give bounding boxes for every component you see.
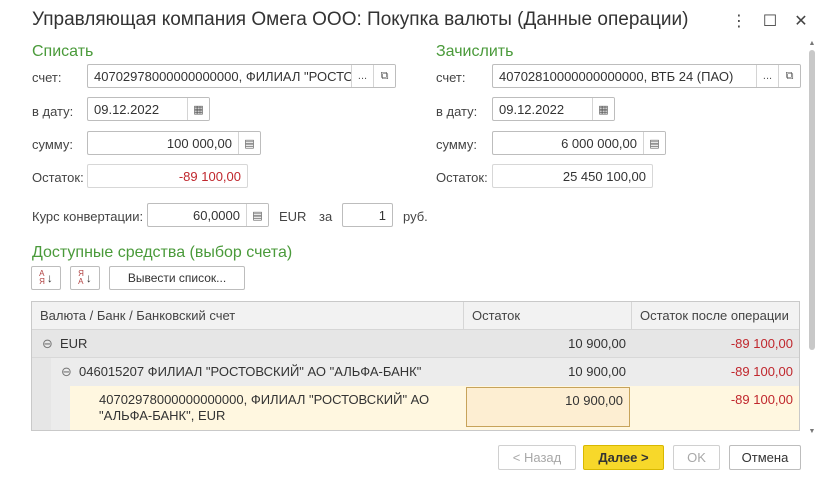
conversion-calculator-icon[interactable]: ▤ <box>246 204 268 226</box>
collapse-icon[interactable]: ⊖ <box>61 358 72 386</box>
credit-balance-label: Остаток: <box>436 170 488 185</box>
collapse-icon[interactable]: ⊖ <box>42 330 53 357</box>
next-button[interactable]: Далее > <box>583 445 664 470</box>
debit-date-field[interactable]: 09.12.2022 ▦ <box>87 97 210 121</box>
more-actions-icon[interactable]: ⋮ <box>726 8 752 34</box>
row-name: 046015207 ФИЛИАЛ "РОСТОВСКИЙ" АО "АЛЬФА-… <box>79 364 422 379</box>
debit-account-select-button[interactable]: ... <box>351 65 373 87</box>
debit-account-open-icon[interactable]: ⧉ <box>373 65 395 87</box>
available-section-label: Доступные средства (выбор счета) <box>32 244 293 261</box>
sort-descending-icon: Я А ↓ <box>78 269 92 286</box>
conversion-currency: EUR <box>279 209 307 224</box>
column-header-account[interactable]: Валюта / Банк / Банковский счет <box>32 302 464 330</box>
column-header-balance[interactable]: Остаток <box>464 302 632 330</box>
credit-date-label: в дату: <box>436 104 478 119</box>
window-title: Управляющая компания Омега ООО: Покупка … <box>32 9 689 30</box>
debit-date-value: 09.12.2022 <box>94 101 160 117</box>
debit-account-value: 40702978000000000000, ФИЛИАЛ "РОСТОВ <box>94 68 351 84</box>
credit-date-field[interactable]: 09.12.2022 ▦ <box>492 97 615 121</box>
sort-ascending-button[interactable]: А Я ↓ <box>31 266 61 290</box>
scroll-up-icon[interactable]: ▲ <box>808 40 816 47</box>
column-header-balance-after[interactable]: Остаток после операции <box>632 302 799 330</box>
debit-amount-value: 100 000,00 <box>166 135 232 151</box>
close-icon[interactable]: ✕ <box>788 8 814 34</box>
row-indent <box>32 386 51 430</box>
debit-date-label: в дату: <box>32 104 74 119</box>
credit-account-open-icon[interactable]: ⧉ <box>778 65 800 87</box>
debit-amount-field[interactable]: 100 000,00 ▤ <box>87 131 261 155</box>
credit-account-select-button[interactable]: ... <box>756 65 778 87</box>
table-row[interactable]: 40702978000000000000, ФИЛИАЛ "РОСТОВСКИЙ… <box>32 386 799 430</box>
debit-balance-field: -89 100,00 <box>87 164 248 188</box>
row-balance-selected-cell[interactable]: 10 900,00 <box>466 387 630 427</box>
credit-account-label: счет: <box>436 70 466 85</box>
row-indent <box>32 358 51 386</box>
debit-calendar-icon[interactable]: ▦ <box>187 98 209 120</box>
credit-section-label: Зачислить <box>436 43 514 60</box>
credit-amount-value: 6 000 000,00 <box>561 135 637 151</box>
credit-amount-field[interactable]: 6 000 000,00 ▤ <box>492 131 666 155</box>
conversion-units-value: 1 <box>378 207 386 223</box>
back-button[interactable]: < Назад <box>498 445 576 470</box>
credit-calendar-icon[interactable]: ▦ <box>592 98 614 120</box>
row-indent <box>51 386 70 430</box>
table-row[interactable]: ⊖ EUR 10 900,00 -89 100,00 <box>32 330 799 358</box>
credit-account-value: 40702810000000000000, ВТБ 24 (ПАО) <box>499 68 734 84</box>
window-scrollbar[interactable]: ▲ ▼ <box>808 40 816 435</box>
row-balance-after: -89 100,00 <box>730 336 793 351</box>
credit-calculator-icon[interactable]: ▤ <box>643 132 665 154</box>
credit-balance-value: 25 450 100,00 <box>562 168 646 184</box>
conversion-units-field[interactable]: 1 <box>342 203 393 227</box>
scroll-down-icon[interactable]: ▼ <box>808 428 816 435</box>
funds-table-header: Валюта / Банк / Банковский счет Остаток … <box>32 302 799 330</box>
debit-calculator-icon[interactable]: ▤ <box>238 132 260 154</box>
row-balance-after: -89 100,00 <box>730 392 793 407</box>
row-name: EUR <box>60 336 88 351</box>
debit-account-field[interactable]: 40702978000000000000, ФИЛИАЛ "РОСТОВ ...… <box>87 64 396 88</box>
sort-descending-button[interactable]: Я А ↓ <box>70 266 100 290</box>
row-balance: 10 900,00 <box>568 336 626 351</box>
sort-ascending-icon: А Я ↓ <box>39 269 53 286</box>
debit-amount-label: сумму: <box>32 137 73 152</box>
credit-account-field[interactable]: 40702810000000000000, ВТБ 24 (ПАО) ... ⧉ <box>492 64 801 88</box>
conversion-rate-value: 60,0000 <box>193 207 240 223</box>
credit-amount-label: сумму: <box>436 137 477 152</box>
maximize-icon[interactable]: ☐ <box>757 8 783 34</box>
credit-date-value: 09.12.2022 <box>499 101 565 117</box>
debit-balance-value: -89 100,00 <box>178 168 241 184</box>
scrollbar-thumb[interactable] <box>809 50 815 350</box>
ok-button[interactable]: OK <box>673 445 720 470</box>
conversion-per-label: за <box>319 209 333 224</box>
conversion-units-currency: руб. <box>403 209 428 224</box>
table-row[interactable]: ⊖ 046015207 ФИЛИАЛ "РОСТОВСКИЙ" АО "АЛЬФ… <box>32 358 799 386</box>
row-name-line2: "АЛЬФА-БАНК", EUR <box>99 408 226 423</box>
debit-section-label: Списать <box>32 43 94 60</box>
conversion-rate-field[interactable]: 60,0000 ▤ <box>147 203 269 227</box>
debit-balance-label: Остаток: <box>32 170 84 185</box>
conversion-rate-label: Курс конвертации: <box>32 209 144 224</box>
row-balance: 10 900,00 <box>568 364 626 379</box>
cancel-button[interactable]: Отмена <box>729 445 801 470</box>
funds-table[interactable]: Валюта / Банк / Банковский счет Остаток … <box>31 301 800 431</box>
debit-account-label: счет: <box>32 70 62 85</box>
credit-balance-field: 25 450 100,00 <box>492 164 653 188</box>
output-list-button[interactable]: Вывести список... <box>109 266 245 290</box>
row-balance-after: -89 100,00 <box>730 364 793 379</box>
